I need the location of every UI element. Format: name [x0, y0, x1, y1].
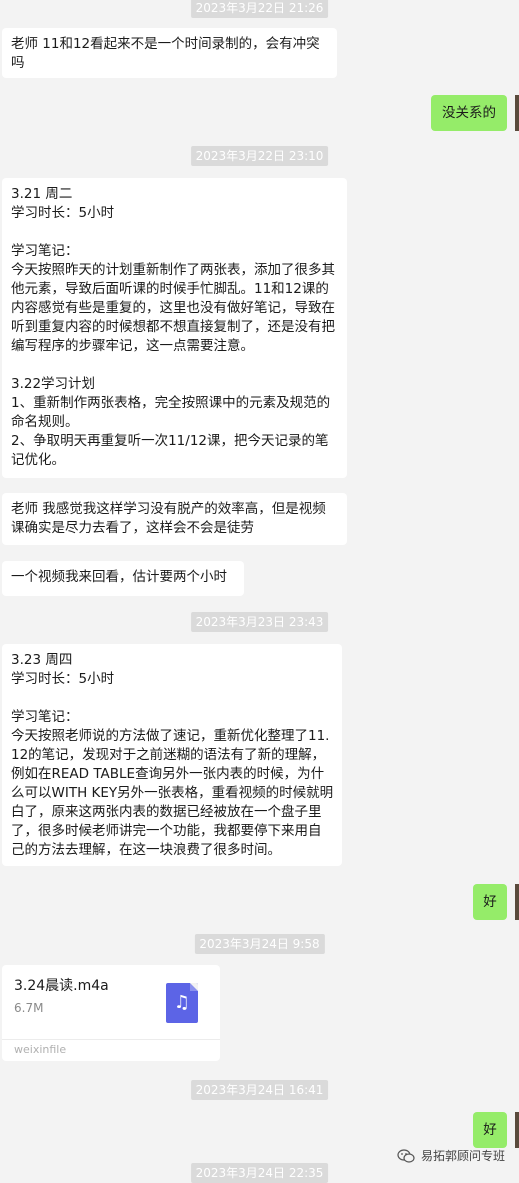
avatar[interactable] — [515, 884, 519, 920]
incoming-message[interactable]: 3.21 周二 学习时长：5小时 学习笔记： 今天按照昨天的计划重新制作了两张表… — [2, 178, 347, 478]
file-message[interactable]: 3.24晨读.m4a 6.7M ♫ weixinfile — [2, 965, 220, 1061]
avatar[interactable] — [515, 1112, 519, 1148]
timestamp: 2023年3月24日 16:41 — [190, 1080, 329, 1100]
incoming-message[interactable]: 3.23 周四 学习时长：5小时 学习笔记： 今天按照老师说的方法做了速记，重新… — [2, 644, 342, 866]
incoming-message[interactable]: 一个视频我来回看，估计要两个小时 — [2, 561, 244, 596]
file-source: weixinfile — [14, 1043, 67, 1056]
divider — [2, 1039, 220, 1040]
timestamp: 2023年3月23日 23:43 — [190, 612, 329, 632]
timestamp: 2023年3月22日 23:10 — [190, 146, 329, 166]
outgoing-message[interactable]: 好 — [473, 884, 507, 920]
music-file-icon: ♫ — [166, 983, 198, 1023]
timestamp: 2023年3月24日 22:35 — [190, 1163, 329, 1183]
watermark: 易拓郭顾问专班 — [397, 1147, 505, 1164]
watermark-text: 易拓郭顾问专班 — [420, 1149, 505, 1163]
file-size: 6.7M — [14, 1001, 44, 1015]
incoming-message[interactable]: 老师 11和12看起来不是一个时间录制的，会有冲突吗 — [2, 28, 337, 78]
timestamp: 2023年3月22日 21:26 — [190, 0, 329, 18]
wechat-official-account-icon — [397, 1148, 415, 1163]
timestamp: 2023年3月24日 9:58 — [194, 934, 325, 954]
file-name: 3.24晨读.m4a — [14, 978, 109, 994]
avatar[interactable] — [515, 95, 519, 131]
incoming-message[interactable]: 老师 我感觉我这样学习没有脱产的效率高，但是视频课确实是尽力去看了，这样会不会是… — [2, 493, 347, 545]
outgoing-message[interactable]: 好 — [473, 1112, 507, 1148]
outgoing-message[interactable]: 没关系的 — [431, 95, 507, 131]
